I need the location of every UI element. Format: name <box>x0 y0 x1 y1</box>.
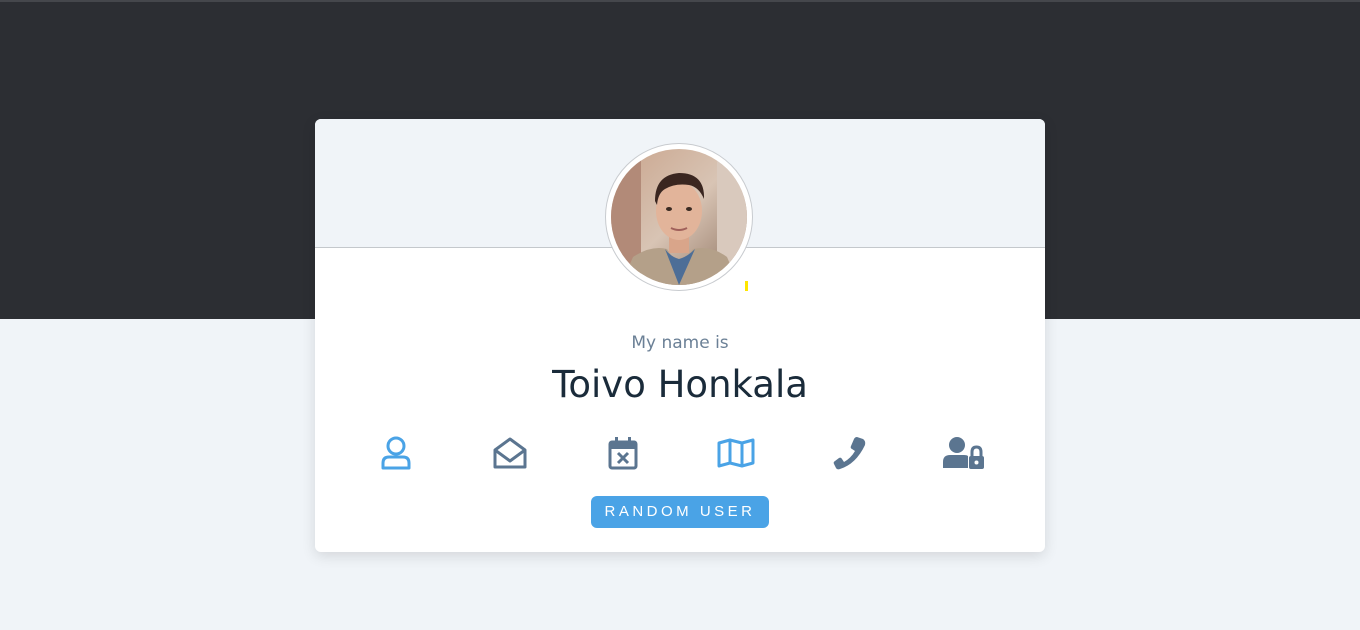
page: My name is Toivo Honkala RANDOM USER <box>0 0 1360 630</box>
avatar <box>605 143 753 291</box>
info-icon-bar <box>339 431 1021 475</box>
cursor-marker <box>745 281 748 291</box>
user-icon[interactable] <box>371 431 421 475</box>
info-title: My name is <box>631 333 729 353</box>
info-value: Toivo Honkala <box>552 363 808 406</box>
envelope-open-icon[interactable] <box>485 431 535 475</box>
calendar-x-icon[interactable] <box>598 431 648 475</box>
map-icon[interactable] <box>711 431 761 475</box>
random-user-button[interactable]: RANDOM USER <box>591 496 769 528</box>
phone-icon[interactable] <box>825 431 875 475</box>
user-lock-icon[interactable] <box>939 431 989 475</box>
avatar-photo <box>611 149 747 285</box>
user-card: My name is Toivo Honkala RANDOM USER <box>315 119 1045 552</box>
